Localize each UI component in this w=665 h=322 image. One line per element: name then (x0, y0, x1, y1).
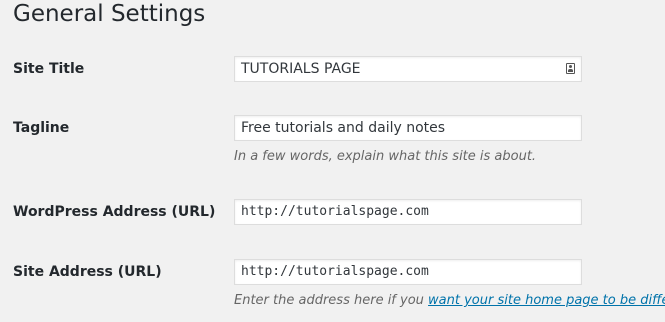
site-address-description-text: Enter the address here if you (234, 293, 429, 308)
wordpress-address-input[interactable]: http://tutorialspage.com (234, 199, 582, 225)
site-address-value: http://tutorialspage.com (241, 264, 429, 279)
site-home-page-link[interactable]: want your site home page to be different (428, 293, 665, 308)
site-address-label: Site Address (URL) (13, 264, 162, 280)
tagline-value: Free tutorials and daily notes (241, 120, 446, 136)
tagline-label: Tagline (13, 120, 70, 136)
contact-card-icon[interactable] (566, 63, 575, 74)
site-address-input[interactable]: http://tutorialspage.com (234, 259, 582, 285)
site-title-input[interactable]: TUTORIALS PAGE (234, 56, 582, 82)
tagline-description: In a few words, explain what this site i… (234, 149, 537, 164)
wordpress-address-label: WordPress Address (URL) (13, 204, 216, 220)
tagline-input[interactable]: Free tutorials and daily notes (234, 115, 582, 141)
wordpress-address-value: http://tutorialspage.com (241, 204, 429, 219)
page-title: General Settings (13, 1, 206, 27)
site-address-description: Enter the address here if you want your … (234, 292, 665, 310)
site-title-value: TUTORIALS PAGE (241, 61, 361, 77)
site-title-label: Site Title (13, 61, 85, 77)
